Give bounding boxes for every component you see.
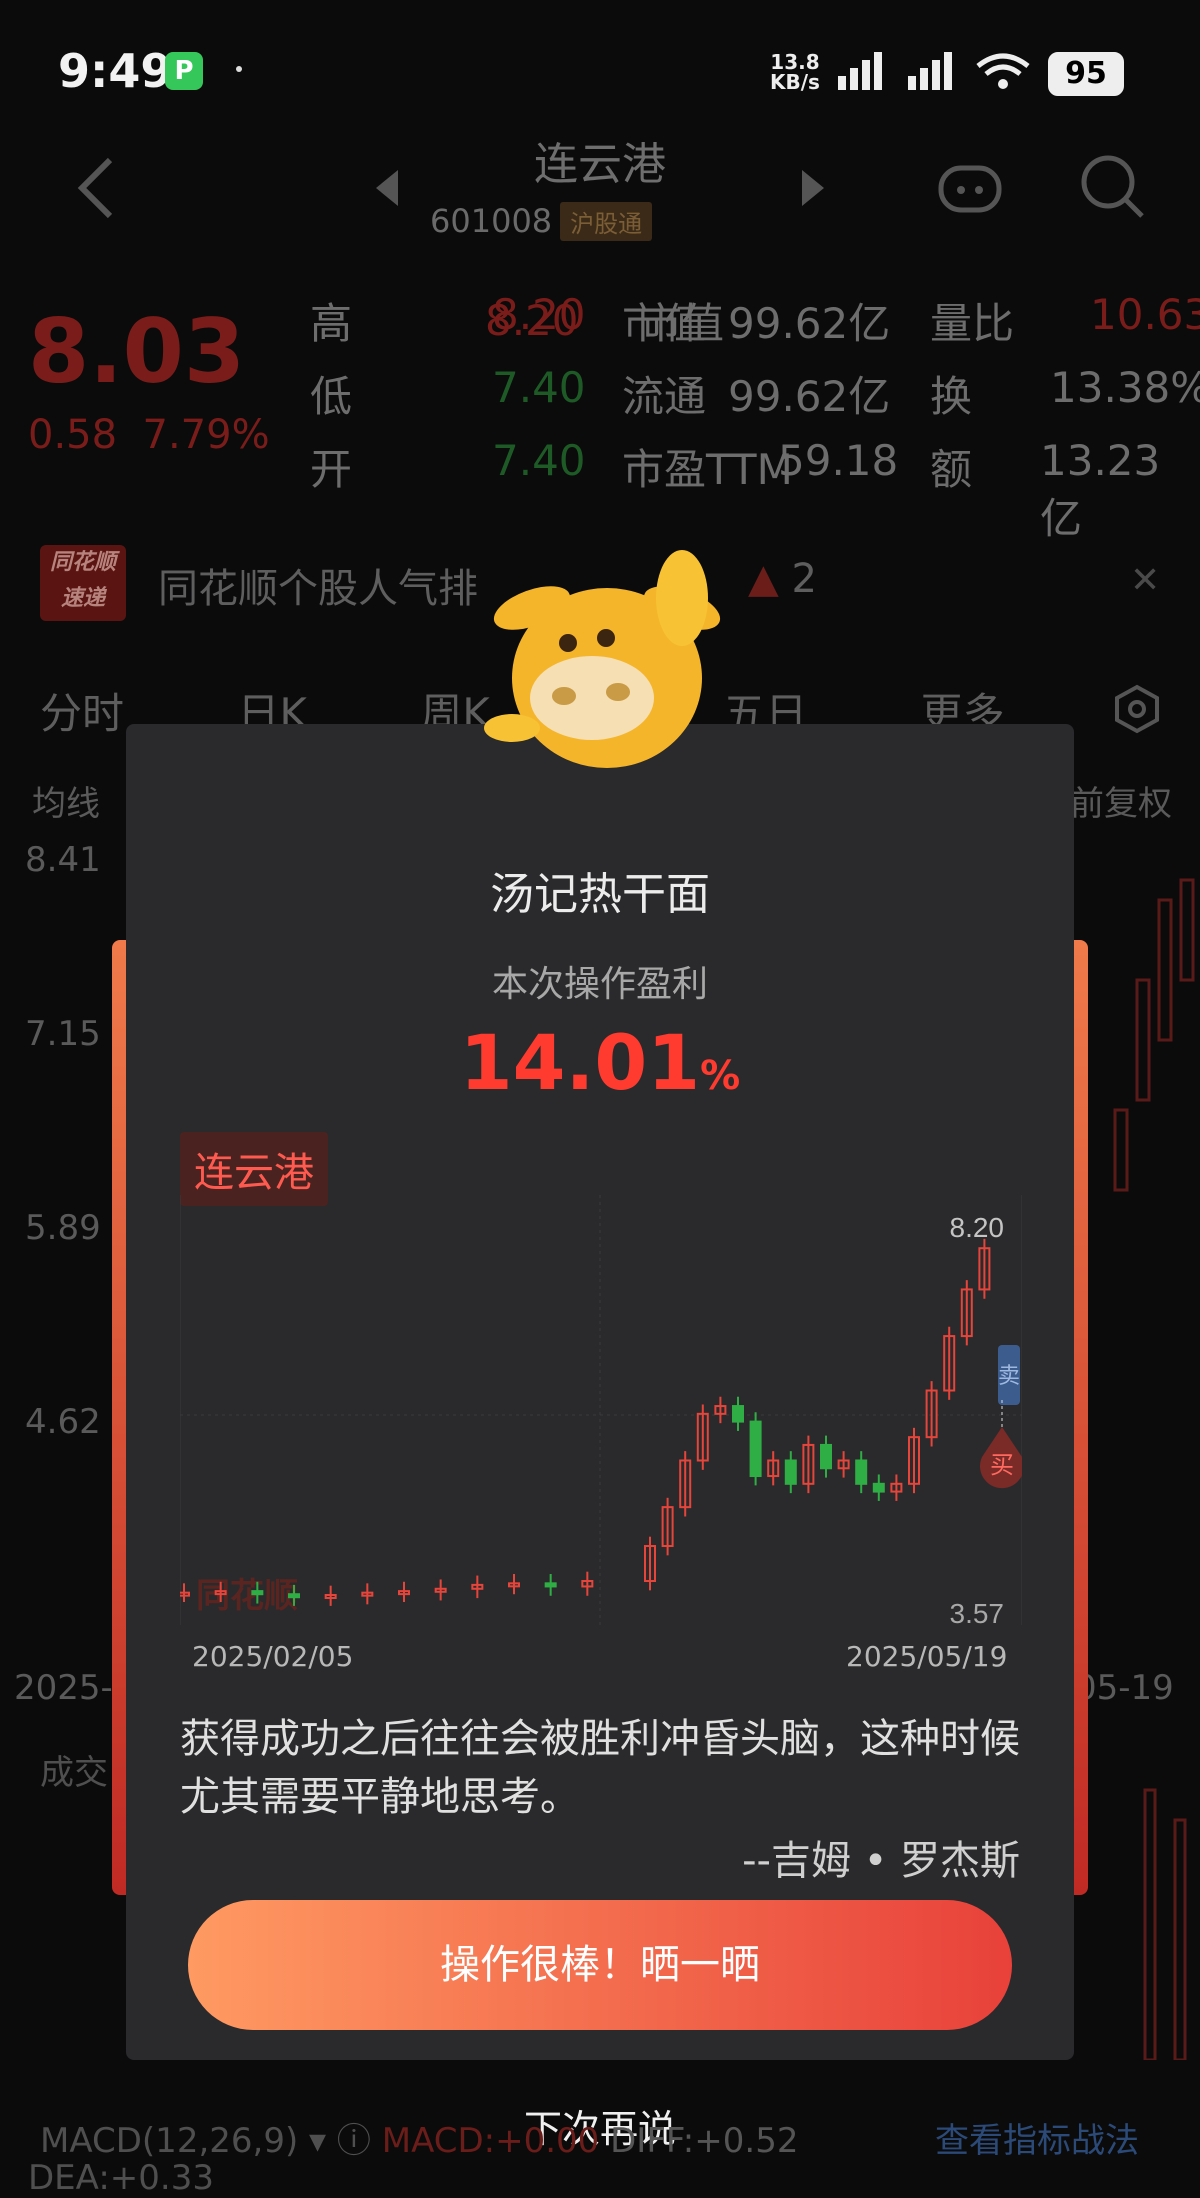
stock-name: 连云港 [534,139,666,190]
y-label: 7.15 [25,1014,101,1054]
quote-grid: 高 8.20 市值 99.62亿 量比 10.63 低 7.40 流通 99.6… [310,290,1200,543]
news-logo: 同花顺 速递 [40,545,126,621]
hk-connect-tag: 沪股通 [560,202,653,241]
candle-body [872,1482,885,1493]
volume-label: 成交 [40,1753,108,1793]
candle-body [820,1443,832,1470]
tab-intraday[interactable]: 分时 [40,689,124,738]
y-label: 8.41 [25,840,101,880]
search-icon[interactable] [1078,152,1148,222]
stock-code-row: 601008 沪股通 [430,202,653,241]
price-change: 0.58 7.79% [28,412,270,458]
share-button[interactable]: 操作很棒！晒一晒 [188,1900,1012,2030]
cow-mascot-icon [484,550,721,768]
profit-kline-chart: 同花顺 8.20 3.57 卖 买 [180,1195,1022,1625]
signal-wifi-icon [838,52,1030,90]
bottom-date-left: 2025- [14,1668,113,1708]
chart-start-date: 2025/02/05 [192,1640,354,1673]
candles-group [180,1238,991,1606]
motto-quote: 获得成功之后往往会被胜利冲昏头脑，这种时候尤其需要平静地思考。 [180,1716,1020,1820]
robot-assistant-icon[interactable] [935,150,1005,220]
modal-title: 汤记热干面 [490,869,710,920]
watermark-text: 同花顺 [196,1577,298,1615]
candle-body [544,1582,557,1588]
back-icon[interactable] [70,150,120,220]
banner-close-icon[interactable]: ✕ [1130,560,1160,601]
net-speed: 13.8 KB/s [770,50,820,94]
motto-author: --吉姆 • 罗杰斯 [742,1838,1020,1884]
candle-body [749,1420,762,1478]
y-label: 4.62 [25,1402,101,1442]
banner-text[interactable]: 同花顺个股人气排 [158,556,478,614]
y-label: 5.89 [25,1208,101,1248]
sell-marker-text: 卖 [998,1363,1020,1388]
next-stock-icon[interactable] [798,168,828,208]
candle-body [251,1590,264,1596]
macd-indicator[interactable]: MACD(12,26,9) ▾ ⓘ MACD:+0.00 DIFF:+0.52 [40,2113,798,2162]
candle-body [784,1459,797,1485]
modal-subtitle: 本次操作盈利 [491,964,708,1005]
chart-low-label: 3.57 [950,1598,1005,1625]
current-price: 8.03 [28,300,246,403]
chart-high-label: 8.20 [950,1212,1005,1243]
chart-end-date: 2025/05/19 [846,1640,1008,1673]
indicator-strategy-link[interactable]: 查看指标战法 [935,2113,1139,2162]
app-notification-icon: P [165,52,203,90]
status-time: 9:49 [58,44,173,98]
macd-dea: DEA:+0.33 [28,2158,214,2198]
battery-indicator: 95 [1048,52,1124,96]
prev-stock-icon[interactable] [372,168,402,208]
notification-dot-icon [236,66,242,72]
banner-rank: ▲ 2 [748,556,817,602]
adjust-selector[interactable]: 前复权 [1070,776,1172,825]
candle-body [855,1459,868,1485]
settings-icon[interactable] [1112,684,1162,734]
profit-percent: 14.01% [459,1018,741,1107]
background-kline-chart [1113,878,1195,2060]
ma-selector[interactable]: 均线 [32,776,100,825]
modal-decoration-right [1072,940,1088,1895]
candle-body [732,1405,744,1423]
candle-body [288,1593,300,1599]
buy-marker-text: 买 [990,1452,1014,1479]
